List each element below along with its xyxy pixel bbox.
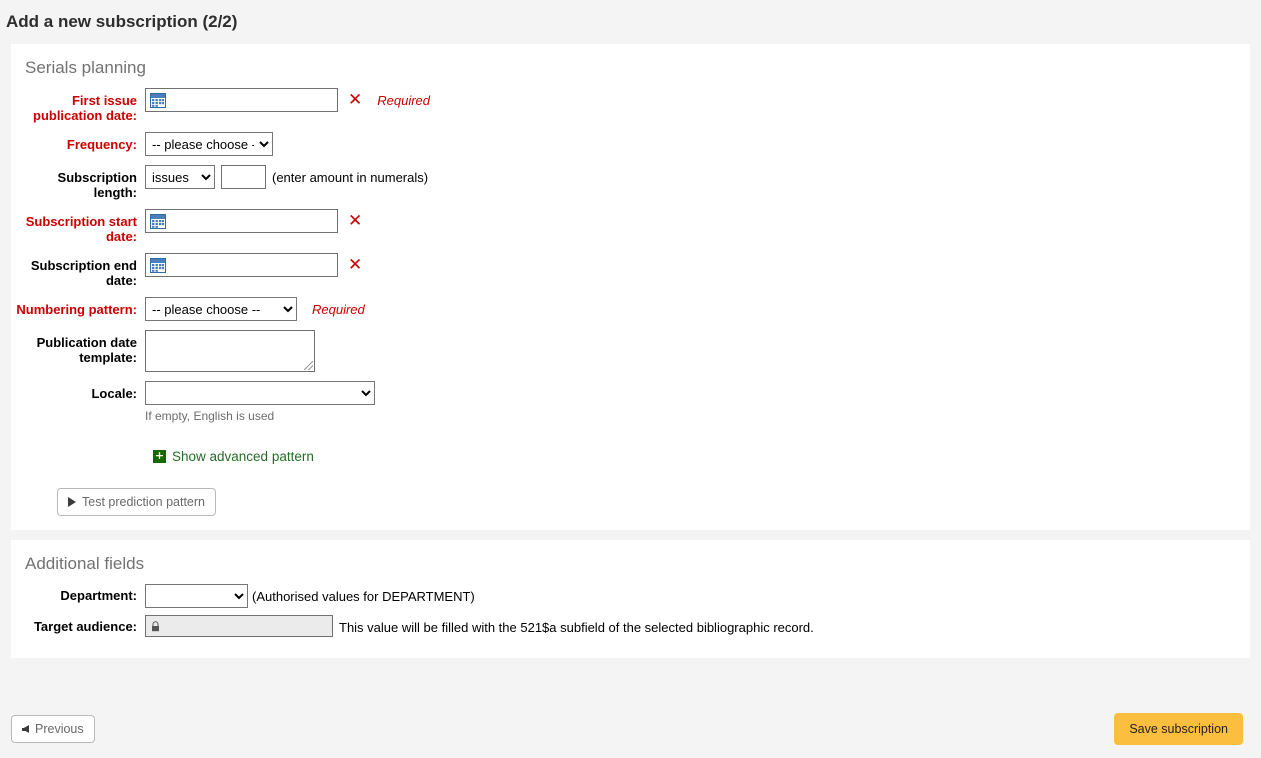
numbering-pattern-select[interactable]: -- please choose -- bbox=[145, 297, 297, 321]
previous-button-label: Previous bbox=[35, 722, 84, 736]
serials-planning-legend: Serials planning bbox=[25, 58, 146, 77]
label-numbering-pattern: Numbering pattern: bbox=[16, 302, 137, 317]
page-title: Add a new subscription (2/2) bbox=[6, 12, 238, 31]
frequency-select[interactable]: -- please choose -- bbox=[145, 132, 273, 156]
field-row-frequency: Frequency: -- please choose -- bbox=[11, 132, 1250, 156]
label-publication-date-template: Publication date template: bbox=[36, 335, 137, 365]
locale-hint: If empty, English is used bbox=[145, 409, 275, 423]
lock-icon bbox=[152, 620, 159, 631]
serials-planning-card: Serials planning First issue publication… bbox=[11, 44, 1250, 530]
label-subscription-start-date: Subscription start date: bbox=[25, 214, 137, 244]
play-icon bbox=[68, 497, 76, 507]
calendar-icon bbox=[150, 92, 166, 108]
first-issue-required-note: Required bbox=[377, 93, 431, 108]
subscription-end-date-input[interactable] bbox=[145, 253, 338, 277]
first-issue-publication-date-input[interactable] bbox=[145, 88, 338, 112]
field-row-target-audience: Target audience: This value will be fill… bbox=[11, 615, 1250, 637]
target-audience-note: This value will be filled with the 521$a… bbox=[339, 620, 814, 635]
department-select[interactable] bbox=[145, 584, 248, 608]
label-locale: Locale: bbox=[91, 386, 137, 401]
field-row-subscription-start-date: Subscription start date: ✕ bbox=[11, 209, 1250, 244]
arrow-left-icon bbox=[22, 725, 29, 733]
publication-date-template-textarea[interactable] bbox=[145, 330, 315, 372]
field-row-locale: Locale: If empty, English is used bbox=[11, 381, 1250, 423]
previous-button[interactable]: Previous bbox=[11, 715, 95, 743]
locale-select[interactable] bbox=[145, 381, 375, 405]
additional-fields-legend: Additional fields bbox=[25, 554, 145, 573]
subscription-length-amount-input[interactable] bbox=[221, 165, 266, 189]
label-frequency: Frequency: bbox=[66, 137, 137, 152]
test-prediction-pattern-label: Test prediction pattern bbox=[82, 495, 205, 509]
field-row-first-issue: First issue publication date: ✕ Required bbox=[11, 88, 1250, 123]
subscription-length-note: (enter amount in numerals) bbox=[272, 170, 429, 185]
plus-square-icon: + bbox=[153, 449, 166, 463]
label-target-audience: Target audience: bbox=[33, 619, 137, 634]
calendar-icon bbox=[150, 257, 166, 273]
clear-subscription-end-date-icon[interactable]: ✕ bbox=[348, 255, 362, 275]
label-subscription-length: Subscription length: bbox=[57, 170, 137, 200]
show-advanced-pattern-link[interactable]: Show advanced pattern bbox=[172, 449, 314, 464]
test-prediction-pattern-button[interactable]: Test prediction pattern bbox=[57, 488, 216, 516]
numbering-pattern-required-note: Required bbox=[312, 302, 365, 317]
field-row-subscription-end-date: Subscription end date: ✕ bbox=[11, 253, 1250, 288]
save-subscription-button[interactable]: Save subscription bbox=[1114, 713, 1243, 745]
field-row-subscription-length: Subscription length: issues (enter amoun… bbox=[11, 165, 1250, 200]
card-divider bbox=[0, 530, 1261, 540]
target-audience-input bbox=[145, 615, 333, 637]
subscription-start-date-input[interactable] bbox=[145, 209, 338, 233]
clear-subscription-start-date-icon[interactable]: ✕ bbox=[348, 211, 362, 231]
label-subscription-end-date: Subscription end date: bbox=[30, 258, 137, 288]
show-advanced-pattern-row[interactable]: + Show advanced pattern bbox=[153, 449, 1250, 464]
subscription-length-unit-select[interactable]: issues bbox=[145, 165, 215, 189]
label-first-issue-publication-date: First issue publication date: bbox=[33, 93, 137, 123]
label-department: Department: bbox=[60, 588, 137, 603]
field-row-numbering-pattern: Numbering pattern: -- please choose -- R… bbox=[11, 297, 1250, 321]
clear-first-issue-date-icon[interactable]: ✕ bbox=[348, 90, 362, 110]
additional-fields-card: Additional fields Department: (Authorise… bbox=[11, 540, 1250, 658]
department-note: (Authorised values for DEPARTMENT) bbox=[252, 589, 475, 604]
calendar-icon bbox=[150, 213, 166, 229]
action-bar: Previous Save subscription bbox=[0, 700, 1261, 758]
field-row-publication-date-template: Publication date template: bbox=[11, 330, 1250, 372]
field-row-department: Department: (Authorised values for DEPAR… bbox=[11, 584, 1250, 608]
